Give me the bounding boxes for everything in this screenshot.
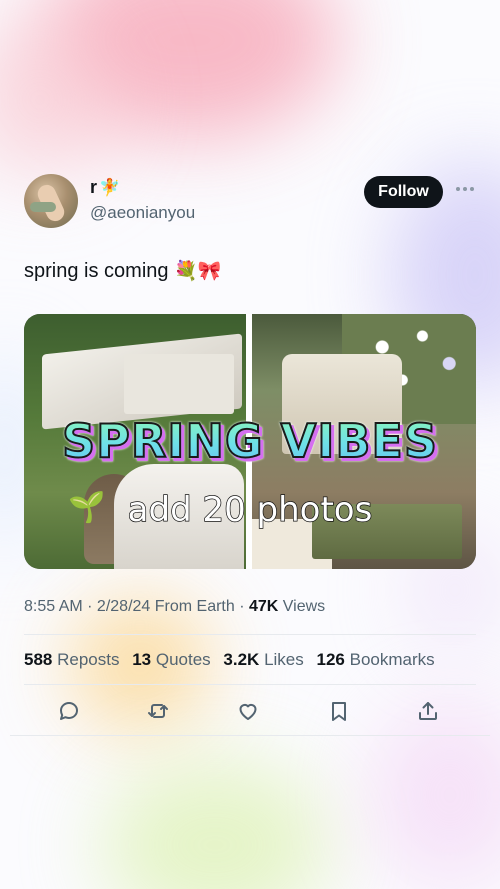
timestamp[interactable]: 8:55 AM · 2/28/24 From Earth · bbox=[24, 598, 249, 615]
overlay-title: SPRING VIBES bbox=[24, 413, 476, 469]
quotes-label: Quotes bbox=[155, 650, 211, 669]
divider-line bbox=[24, 634, 476, 635]
bookmarks-label: Bookmarks bbox=[349, 650, 435, 669]
tweet-meta: 8:55 AM · 2/28/24 From Earth · 47K Views bbox=[24, 598, 325, 616]
bookmarks-count: 126 bbox=[316, 650, 345, 669]
stat-reposts[interactable]: 588 Reposts bbox=[24, 650, 119, 669]
avatar[interactable] bbox=[24, 174, 78, 228]
engagement-stats: 588 Reposts 13 Quotes 3.2K Likes 126 Boo… bbox=[24, 650, 443, 670]
reposts-count: 588 bbox=[24, 650, 53, 669]
quotes-count: 13 bbox=[132, 650, 152, 669]
divider-line bbox=[10, 735, 490, 736]
reply-icon[interactable] bbox=[54, 696, 84, 726]
overlay-subtitle: add 20 photos bbox=[127, 489, 373, 530]
views-count: 47K bbox=[248, 598, 279, 615]
stat-likes[interactable]: 3.2K Likes bbox=[223, 650, 303, 669]
stat-quotes[interactable]: 13 Quotes bbox=[132, 650, 210, 669]
fairy-emoji: 🧚 bbox=[99, 178, 121, 197]
tweet-emojis: 💐🎀 bbox=[174, 261, 222, 282]
tweet-media[interactable]: SPRING VIBES 🌱 add 20 photos bbox=[24, 314, 476, 569]
like-icon[interactable] bbox=[233, 696, 263, 726]
bookmark-icon[interactable] bbox=[324, 696, 354, 726]
views-label: Views bbox=[278, 598, 326, 615]
divider-line bbox=[24, 684, 476, 685]
action-bar bbox=[24, 696, 476, 728]
reposts-label: Reposts bbox=[57, 650, 120, 669]
likes-label: Likes bbox=[264, 650, 304, 669]
stat-bookmarks[interactable]: 126 Bookmarks bbox=[317, 650, 435, 669]
display-name-text: r bbox=[90, 177, 98, 197]
share-icon[interactable] bbox=[413, 696, 443, 726]
more-options-icon[interactable] bbox=[454, 180, 476, 198]
likes-count: 3.2K bbox=[223, 650, 260, 669]
user-handle[interactable]: @aeonianyou bbox=[90, 203, 195, 223]
repost-icon[interactable] bbox=[143, 696, 173, 726]
follow-button[interactable]: Follow bbox=[364, 176, 443, 208]
tweet-header: r 🧚 @aeonianyou Follow bbox=[24, 172, 476, 232]
tweet-text-body: spring is coming bbox=[24, 260, 169, 282]
display-name[interactable]: r 🧚 bbox=[90, 177, 120, 198]
tweet-text: spring is coming 💐🎀 bbox=[24, 259, 221, 283]
